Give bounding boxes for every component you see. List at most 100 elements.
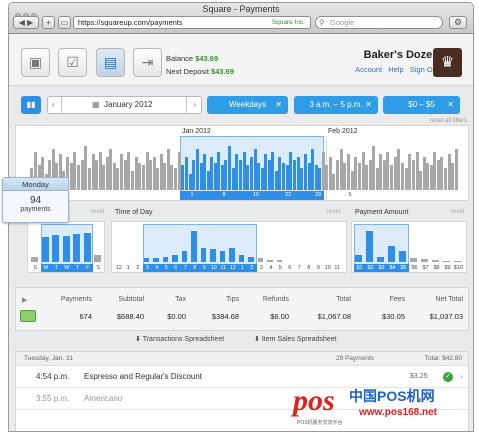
amt-bar [355,254,362,262]
tod-tick: 6 [174,265,178,271]
timeline-bar [249,157,253,190]
timeline-bar [77,165,80,190]
tod-tick: 8 [193,265,197,271]
stat-header: Tax [175,296,186,303]
stat-header: Tips [226,296,239,303]
day-tick: 29 [314,192,322,198]
gear-icon[interactable]: ⚙ [449,16,467,29]
download-icon: ⬇ [135,336,141,343]
timeline-bar [278,157,282,190]
timeline-bar [235,154,239,190]
transaction-description: Americano [84,394,123,403]
business-name: Baker's Dozen [363,49,439,61]
filter-chip-weekdays[interactable]: Weekdays ✕ [207,96,288,114]
square-logo-icon[interactable]: ▣ [21,48,50,77]
payment-amount-chart[interactable]: $1 $2 $3 $4 $5 $6 $7 $8 $9 $10 [351,221,467,273]
stat-value: $1,037.03 [429,312,463,321]
dow-tick: M [43,265,49,271]
next-deposit-line: Next Deposit $43.69 [166,67,234,76]
logout-arrow-icon[interactable]: ⇥ [133,48,162,77]
day-tick: 1 [190,192,194,198]
stat-header: Fees [389,296,405,303]
transactions-spreadsheet-link[interactable]: ⬇ Transactions Spreadsheet [135,335,224,343]
month-picker[interactable]: ‹ ▦ January 2012 › [47,96,202,114]
back-forward-buttons[interactable]: ◀ ▶ [13,16,39,29]
reset-day-link[interactable]: reset [91,209,104,215]
dow-bar [73,233,80,262]
tod-tick: 11 [220,265,227,271]
timeline-bar [444,168,448,190]
tod-tick: 5 [278,265,282,271]
tod-bar [238,254,244,262]
timeline-bar [213,162,217,190]
payments-register-icon[interactable]: ▤ [96,48,125,77]
prev-month-icon[interactable]: ‹ [52,97,55,113]
time-of-day-chart[interactable]: 12 1 2 3 4 5 6 7 8 9 10 11 12 1 2 3 4 5 6 7 8 9 10 11 [111,221,347,273]
day-of-week-chart[interactable]: SMTWTFS [27,221,105,273]
dow-tick: S [33,265,38,271]
timeline-bar [289,151,293,190]
dow-tick: S [96,265,101,271]
timeline-bar [109,148,113,190]
dow-tick: T [75,265,79,271]
tod-tick: 4 [155,265,159,271]
tod-tick: 7 [297,265,301,271]
search-placeholder: Google [330,18,355,27]
amt-bar [388,245,395,262]
timeline-bar [271,151,275,190]
remove-filter-icon[interactable]: ✕ [447,96,454,114]
tod-bar [248,256,254,262]
expand-arrow-icon[interactable]: ▶ [22,296,27,304]
window-title: Square - Payments [202,4,280,14]
timeline-bar [181,165,185,190]
tod-tick: 6 [288,265,292,271]
timeline-bar [418,170,422,190]
payment-amount-label: Payment Amount [355,209,409,216]
list-date: Tuesday, Jan. 31 [24,355,74,362]
tod-tick: 12 [229,265,236,271]
remove-filter-icon[interactable]: ✕ [365,96,372,114]
date-timeline-chart[interactable]: Jan 2012 Feb 2012 1 8 15 22 29 5 [15,125,469,201]
account-link[interactable]: Account [355,65,382,74]
stat-header: Subtotal [118,296,144,303]
timeline-bar [192,159,195,190]
checklist-icon[interactable]: ☑ [58,48,87,77]
list-count: 29 Payments [336,355,374,362]
reset-amount-link[interactable]: reset [451,209,464,215]
remove-filter-icon[interactable]: ✕ [275,96,282,114]
add-tab-button[interactable]: + [42,16,55,29]
chart-toggle-icon[interactable]: ▮▮ [21,96,41,114]
bookmarks-button[interactable]: ▭ [58,16,71,29]
tod-bar [181,251,187,262]
filter-chip-time[interactable]: 3 a.m. – 5 p.m. ✕ [294,96,378,114]
timeline-bar [127,151,131,190]
timeline-bar [354,157,357,190]
search-input[interactable]: ⚲ Google [315,16,443,29]
time-of-day-label: Time of Day [115,209,153,216]
url-bar[interactable]: https://squareup.com/payments Square Inc… [73,16,311,29]
dow-bar [94,254,101,262]
amt-tick: $8 [433,265,440,271]
timeline-bar [116,168,120,190]
filter-chip-amount[interactable]: $0 – $5 ✕ [383,96,460,114]
stat-value: $6.00 [270,312,289,321]
reset-time-link[interactable]: reset [327,209,340,215]
title-bar: Square - Payments ◀ ▶ + ▭ https://square… [9,3,473,34]
amt-bar [366,231,373,262]
day-tick: 5 [348,192,352,198]
timeline-bar [84,146,87,190]
watermark-tagline: POS机服务交流平台 [297,420,343,426]
amt-bar [443,260,450,262]
next-month-icon[interactable]: › [193,97,196,113]
stat-header: Refunds [262,296,289,303]
tod-tick: 5 [164,265,168,271]
timeline-bar [390,165,394,190]
watermark-url: www.pos168.net [359,407,437,418]
timeline-bar [260,168,264,190]
day-tick: 22 [284,192,292,198]
reset-all-filters-link[interactable]: reset all filters [430,118,467,124]
month-label-feb: Feb 2012 [328,128,358,135]
item-sales-spreadsheet-link[interactable]: ⬇ Item Sales Spreadsheet [254,335,337,343]
help-link[interactable]: Help [388,65,403,74]
timeline-bar [206,170,210,190]
